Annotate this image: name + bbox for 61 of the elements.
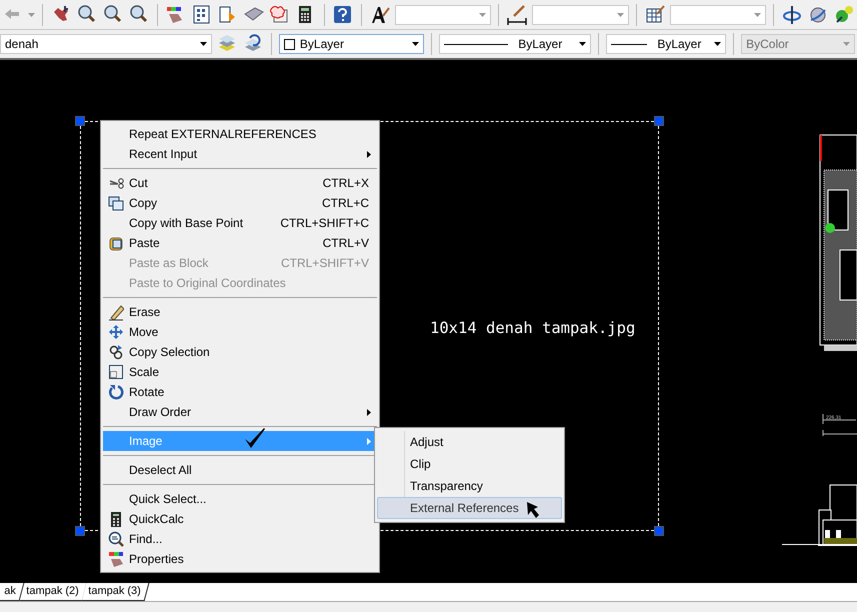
cursor-icon — [526, 501, 540, 519]
shortcut-label: CTRL+X — [322, 176, 369, 190]
menu-item[interactable]: Repeat EXTERNALREFERENCES — [103, 124, 377, 144]
menu-item[interactable]: Scale — [103, 362, 377, 382]
submenu-item[interactable]: Adjust — [377, 431, 562, 453]
help-icon[interactable] — [332, 4, 354, 26]
linetype-dropdown[interactable]: ByLayer — [439, 34, 592, 54]
menu-item[interactable]: Copy Selection — [103, 342, 377, 362]
properties-icon — [108, 550, 124, 568]
grip-handle[interactable] — [654, 116, 664, 126]
image-filename-label: 10x14 denah tampak.jpg — [430, 319, 636, 337]
find-icon — [108, 530, 124, 548]
paste-icon — [108, 234, 124, 252]
menu-item[interactable]: Properties — [103, 549, 377, 569]
menu-item[interactable]: Erase — [103, 302, 377, 322]
layer-dropdown[interactable]: denah — [0, 34, 212, 54]
menu-item[interactable]: Draw Order — [103, 402, 377, 422]
layout-tab[interactable]: tampak (2) — [19, 583, 87, 601]
shortcut-label: CTRL+SHIFT+C — [280, 216, 369, 230]
menu-item[interactable]: Copy with Base Point CTRL+SHIFT+C — [103, 213, 377, 233]
submenu-item[interactable]: Clip — [377, 453, 562, 475]
dropdown-arrow-icon[interactable] — [200, 42, 207, 46]
color-dropdown[interactable]: ByLayer — [278, 34, 424, 54]
menu-item[interactable]: Copy CTRL+C — [103, 193, 377, 213]
copy-selection-icon — [108, 344, 124, 360]
menu-item[interactable]: Cut CTRL+X — [103, 173, 377, 193]
dimension-style-icon[interactable] — [506, 4, 528, 26]
dimension-line — [822, 414, 857, 436]
table-style-icon[interactable] — [644, 4, 666, 26]
calculator-icon — [108, 510, 124, 528]
menu-item[interactable]: Find... — [103, 529, 377, 549]
eraser-icon — [108, 304, 124, 320]
shortcut-label: CTRL+V — [322, 236, 369, 250]
submenu-item[interactable]: External References — [377, 497, 562, 519]
grip-handle[interactable] — [75, 116, 85, 126]
layout-tab[interactable]: tampak (3) — [82, 583, 150, 601]
menu-item[interactable]: Move — [103, 322, 377, 342]
dropdown-arrow-icon[interactable] — [579, 42, 586, 46]
menu-item[interactable]: Recent Input — [103, 144, 377, 164]
dropdown-arrow-icon[interactable] — [714, 42, 722, 46]
menu-item[interactable]: Rotate — [103, 382, 377, 402]
menu-item[interactable]: Quick Select... — [103, 489, 377, 509]
lineweight-dropdown[interactable]: ByLayer — [606, 34, 726, 54]
rotate-icon — [108, 384, 124, 400]
menu-item[interactable]: Deselect All — [103, 460, 377, 480]
dropdown-arrow-icon[interactable] — [412, 42, 420, 46]
grip-handle[interactable] — [654, 526, 664, 536]
checkmark-icon — [243, 427, 267, 449]
shortcut-label: CTRL+SHIFT+V — [280, 256, 369, 270]
submenu-item[interactable]: Transparency — [377, 475, 562, 497]
menu-item[interactable]: QuickCalc — [103, 509, 377, 529]
layout-tab[interactable]: ak — [0, 583, 24, 601]
orbit-icon[interactable] — [781, 4, 804, 26]
menu-item[interactable]: Paste CTRL+V — [103, 233, 377, 253]
walk-icon[interactable] — [833, 4, 856, 26]
move-icon — [108, 324, 124, 340]
scale-icon — [108, 364, 124, 380]
copy-icon — [108, 194, 124, 212]
grip-handle[interactable] — [75, 526, 85, 536]
shortcut-label: CTRL+C — [322, 196, 369, 210]
color-swatch — [284, 38, 295, 50]
